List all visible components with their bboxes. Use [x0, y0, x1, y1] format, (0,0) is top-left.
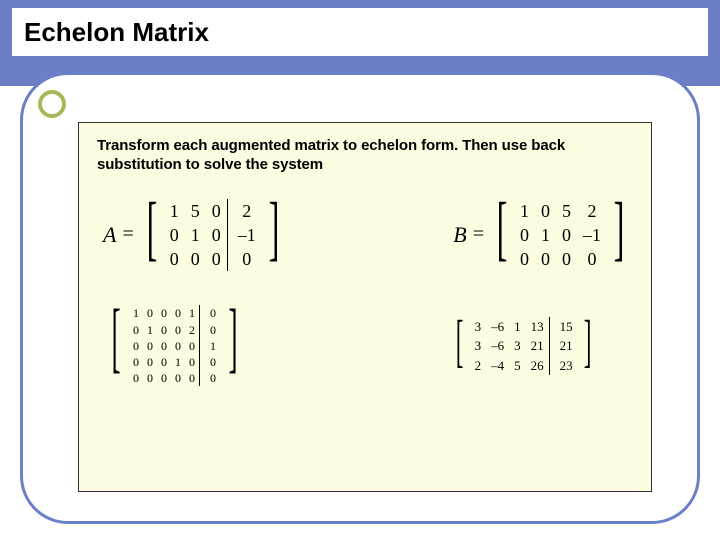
matrix-C: [ 100010 010020 000001 000100 000000 ] [103, 305, 246, 386]
title-box: Echelon Matrix [12, 8, 708, 56]
matrix-B-body: [ 1052 010–1 0000 ] [490, 199, 631, 272]
right-bracket-icon: ] [268, 199, 279, 272]
slide-title: Echelon Matrix [24, 17, 209, 48]
instruction-text: Transform each augmented matrix to echel… [97, 137, 633, 175]
matrix-D: [ 3–611315 3–632121 2–452623 ] [450, 317, 597, 376]
matrix-B-grid: 1052 010–1 0000 [514, 199, 607, 272]
top-matrix-row: A = [ 1502 010–1 0000 ] B = [ [97, 199, 633, 272]
matrix-D-grid: 3–611315 3–632121 2–452623 [470, 317, 578, 376]
matrix-A-body: [ 1502 010–1 0000 ] [140, 199, 286, 272]
content-box: Transform each augmented matrix to echel… [78, 122, 652, 492]
bullet-icon [38, 90, 66, 118]
matrix-A: A = [ 1502 010–1 0000 ] [103, 199, 286, 272]
left-bracket-icon: [ [111, 305, 120, 386]
left-bracket-icon: [ [146, 199, 157, 272]
right-bracket-icon: ] [228, 305, 237, 386]
right-bracket-icon: ] [583, 317, 591, 376]
matrix-B: B = [ 1052 010–1 0000 ] [453, 199, 631, 272]
matrix-A-label: A [103, 222, 116, 248]
matrix-C-grid: 100010 010020 000001 000100 000000 [129, 305, 220, 386]
matrix-B-label: B [453, 222, 466, 248]
left-bracket-icon: [ [456, 317, 464, 376]
right-bracket-icon: ] [614, 199, 625, 272]
equals-sign: = [122, 223, 133, 246]
matrix-A-grid: 1502 010–1 0000 [164, 199, 262, 272]
left-bracket-icon: [ [497, 199, 508, 272]
bottom-matrix-row: [ 100010 010020 000001 000100 000000 ] [… [97, 305, 633, 386]
equals-sign: = [473, 223, 484, 246]
